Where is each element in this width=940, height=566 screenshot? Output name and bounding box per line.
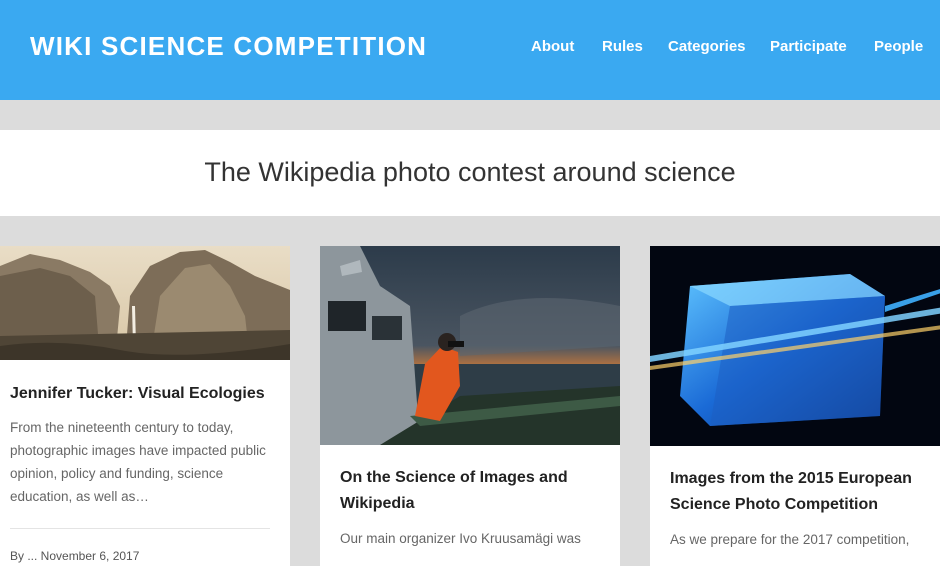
card-excerpt: Our main organizer Ivo Kruusamägi was [340, 531, 581, 546]
card-title[interactable]: Jennifer Tucker: Visual Ecologies [10, 381, 285, 407]
card-image-valley[interactable] [0, 246, 290, 360]
card-excerpt: From the nineteenth century to today, ph… [10, 420, 266, 504]
main-nav: About Rules Categories Participate Peopl… [0, 38, 940, 58]
nav-people[interactable]: People [874, 38, 923, 55]
card-excerpt: As we prepare for the 2017 competition, [670, 532, 910, 547]
card-meta: By ... November 6, 2017 [10, 549, 140, 563]
card-image-boat[interactable] [320, 246, 620, 445]
card-title[interactable]: Images from the 2015 European Science Ph… [670, 466, 940, 518]
article-card-1[interactable]: Jennifer Tucker: Visual Ecologies From t… [0, 246, 290, 566]
card-image-crystal[interactable] [650, 246, 940, 446]
article-card-2[interactable]: On the Science of Images and Wikipedia O… [320, 246, 620, 566]
card-title[interactable]: On the Science of Images and Wikipedia [340, 465, 590, 517]
nav-about[interactable]: About [531, 38, 574, 55]
article-card-3[interactable]: Images from the 2015 European Science Ph… [650, 246, 940, 566]
nav-rules[interactable]: Rules [602, 38, 643, 55]
card-divider [10, 528, 270, 529]
nav-participate[interactable]: Participate [770, 38, 847, 55]
tagline: The Wikipedia photo contest around scien… [204, 157, 736, 187]
site-header: WIKI SCIENCE COMPETITION About Rules Cat… [0, 0, 940, 100]
nav-categories[interactable]: Categories [668, 38, 746, 55]
